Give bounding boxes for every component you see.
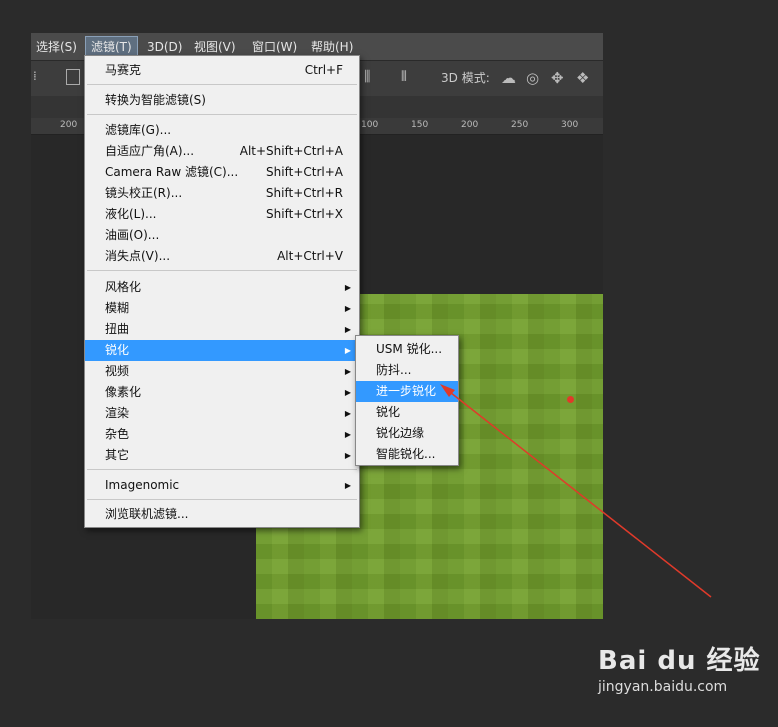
baidu-logo: Bai du 经验 bbox=[598, 646, 761, 676]
annotation-arrow-icon bbox=[440, 384, 712, 598]
baidu-jingyan-watermark: Bai du 经验 jingyan.baidu.com bbox=[598, 640, 761, 695]
watermark-url: jingyan.baidu.com bbox=[598, 679, 728, 695]
annotation-dot bbox=[567, 396, 574, 403]
